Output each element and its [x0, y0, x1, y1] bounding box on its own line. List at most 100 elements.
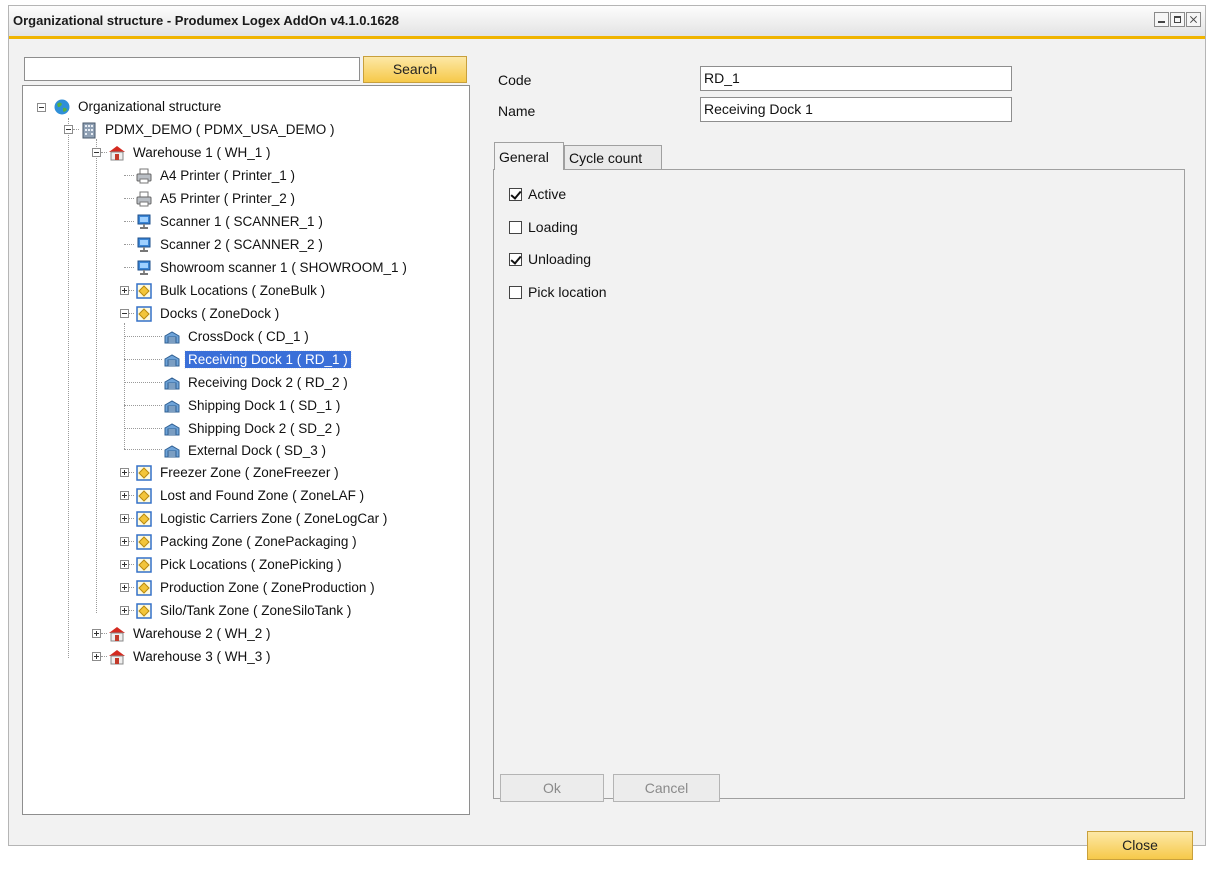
- expand-toggle[interactable]: [120, 583, 129, 592]
- tree-item-zone[interactable]: Bulk Locations ( ZoneBulk ): [135, 280, 328, 301]
- expand-toggle[interactable]: [92, 652, 101, 661]
- tree-item-device[interactable]: Scanner 1 ( SCANNER_1 ): [135, 211, 326, 232]
- code-label: Code: [498, 72, 532, 88]
- tree-line: [129, 313, 134, 314]
- zone-icon: [135, 305, 153, 323]
- tree-item-label: Production Zone ( ZoneProduction ): [160, 580, 375, 595]
- name-field[interactable]: Receiving Dock 1: [700, 97, 1012, 122]
- tree-line: [101, 633, 107, 634]
- tree-line: [124, 405, 162, 406]
- tree-line: [124, 175, 134, 176]
- minimize-icon[interactable]: [1154, 12, 1169, 27]
- pick-location-checkbox[interactable]: [509, 285, 522, 299]
- tree-item-dock[interactable]: Shipping Dock 2 ( SD_2 ): [163, 418, 343, 439]
- close-window-icon[interactable]: [1186, 12, 1201, 27]
- tree-item-zone[interactable]: Silo/Tank Zone ( ZoneSiloTank ): [135, 600, 354, 621]
- cancel-button[interactable]: Cancel: [613, 774, 720, 802]
- tree-item-zone[interactable]: Lost and Found Zone ( ZoneLAF ): [135, 485, 367, 506]
- tree-item-dock[interactable]: Receiving Dock 2 ( RD_2 ): [163, 372, 351, 393]
- close-button[interactable]: Close: [1087, 831, 1193, 860]
- database-building-icon: [80, 121, 98, 139]
- window-controls: [1154, 12, 1201, 27]
- tree-line: [101, 152, 107, 153]
- tree-item-device[interactable]: A5 Printer ( Printer_2 ): [135, 188, 298, 209]
- tree-line: [101, 656, 107, 657]
- tree-item-company[interactable]: PDMX_DEMO ( PDMX_USA_DEMO ): [80, 119, 338, 140]
- tab-cycle-count[interactable]: Cycle count: [564, 145, 662, 170]
- active-checkbox[interactable]: [509, 187, 522, 201]
- tree-item-warehouse-2[interactable]: Warehouse 2 ( WH_2 ): [108, 623, 274, 644]
- expand-toggle[interactable]: [120, 286, 129, 295]
- tree-line: [124, 244, 134, 245]
- title-bar: Organizational structure - Produmex Loge…: [9, 6, 1205, 39]
- tree-item-docks-zone[interactable]: Docks ( ZoneDock ): [135, 303, 282, 324]
- tree-item-label-selected: Receiving Dock 1 ( RD_1 ): [184, 350, 352, 369]
- loading-checkbox[interactable]: [509, 220, 522, 234]
- tree-line: [124, 267, 134, 268]
- tree-item-dock[interactable]: CrossDock ( CD_1 ): [163, 326, 312, 347]
- printer-icon: [135, 190, 153, 208]
- zone-icon: [135, 579, 153, 597]
- search-input[interactable]: [24, 57, 360, 81]
- general-tab-panel: Active Loading Unloading Pick location: [493, 169, 1185, 799]
- tree-item-label: Warehouse 3 ( WH_3 ): [133, 649, 271, 664]
- tree-item-root[interactable]: Organizational structure: [53, 96, 224, 117]
- zone-icon: [135, 556, 153, 574]
- expand-toggle[interactable]: [120, 537, 129, 546]
- tree-item-zone[interactable]: Logistic Carriers Zone ( ZoneLogCar ): [135, 508, 390, 529]
- tree-line: [129, 495, 134, 496]
- zone-icon: [135, 282, 153, 300]
- tree-item-device[interactable]: Scanner 2 ( SCANNER_2 ): [135, 234, 326, 255]
- tree-item-dock[interactable]: External Dock ( SD_3 ): [163, 440, 329, 461]
- tree-line: [129, 541, 134, 542]
- ok-button[interactable]: Ok: [500, 774, 604, 802]
- collapse-toggle[interactable]: [120, 309, 129, 318]
- tree-item-zone[interactable]: Packing Zone ( ZonePackaging ): [135, 531, 360, 552]
- pick-location-checkbox-row[interactable]: Pick location: [509, 284, 607, 300]
- tree-item-label: Shipping Dock 1 ( SD_1 ): [188, 398, 341, 413]
- search-button[interactable]: Search: [363, 56, 467, 83]
- tree-line: [129, 290, 134, 291]
- unloading-checkbox[interactable]: [509, 252, 522, 266]
- tree-item-label: Logistic Carriers Zone ( ZoneLogCar ): [160, 511, 388, 526]
- tree-item-zone[interactable]: Freezer Zone ( ZoneFreezer ): [135, 462, 342, 483]
- code-field[interactable]: RD_1: [700, 66, 1012, 91]
- tree-item-zone[interactable]: Production Zone ( ZoneProduction ): [135, 577, 378, 598]
- tree-item-device[interactable]: Showroom scanner 1 ( SHOWROOM_1 ): [135, 257, 410, 278]
- unloading-checkbox-label: Unloading: [528, 251, 592, 267]
- active-checkbox-row[interactable]: Active: [509, 186, 566, 202]
- expand-toggle[interactable]: [92, 629, 101, 638]
- tree-item-dock[interactable]: Shipping Dock 1 ( SD_1 ): [163, 395, 343, 416]
- tree-item-zone[interactable]: Pick Locations ( ZonePicking ): [135, 554, 345, 575]
- unloading-checkbox-row[interactable]: Unloading: [509, 251, 591, 267]
- zone-icon: [135, 510, 153, 528]
- tab-general[interactable]: General: [494, 142, 564, 170]
- tree-line: [124, 198, 134, 199]
- loading-checkbox-row[interactable]: Loading: [509, 219, 578, 235]
- expand-toggle[interactable]: [120, 606, 129, 615]
- maximize-icon[interactable]: [1170, 12, 1185, 27]
- tree-item-warehouse-1[interactable]: Warehouse 1 ( WH_1 ): [108, 142, 274, 163]
- zone-icon: [135, 533, 153, 551]
- collapse-toggle[interactable]: [64, 125, 73, 134]
- expand-toggle[interactable]: [120, 491, 129, 500]
- zone-icon: [135, 464, 153, 482]
- tree-item-label: Bulk Locations ( ZoneBulk ): [160, 283, 326, 298]
- dock-icon: [163, 328, 181, 346]
- tree-line: [129, 472, 134, 473]
- expand-toggle[interactable]: [120, 514, 129, 523]
- tree-line: [124, 382, 162, 383]
- collapse-toggle[interactable]: [37, 103, 46, 112]
- collapse-toggle[interactable]: [92, 148, 101, 157]
- expand-toggle[interactable]: [120, 468, 129, 477]
- tree-item-label: Shipping Dock 2 ( SD_2 ): [188, 421, 341, 436]
- tree-item-dock-selected[interactable]: Receiving Dock 1 ( RD_1 ): [163, 349, 352, 370]
- tree-line: [124, 359, 162, 360]
- tree-item-warehouse-3[interactable]: Warehouse 3 ( WH_3 ): [108, 646, 274, 667]
- tree-item-label: Pick Locations ( ZonePicking ): [160, 557, 342, 572]
- organization-tree[interactable]: Organizational structure PDMX_DEMO ( PDM…: [22, 85, 470, 815]
- pick-location-checkbox-label: Pick location: [528, 284, 607, 300]
- tree-item-label: A5 Printer ( Printer_2 ): [160, 191, 296, 206]
- tree-item-device[interactable]: A4 Printer ( Printer_1 ): [135, 165, 298, 186]
- expand-toggle[interactable]: [120, 560, 129, 569]
